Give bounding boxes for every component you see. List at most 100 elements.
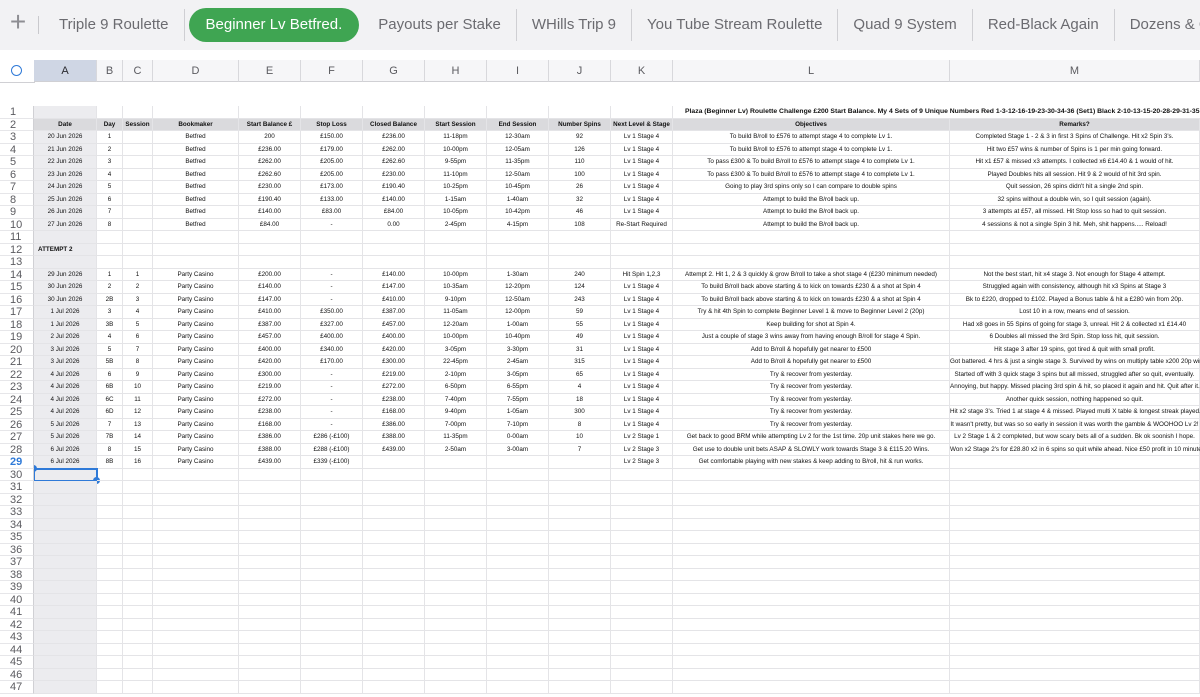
cell[interactable] bbox=[239, 643, 301, 656]
cell[interactable]: £236.00 bbox=[239, 143, 301, 156]
cell[interactable]: Won x2 Stage 2's for £28.80 x2 in 6 spin… bbox=[950, 443, 1200, 456]
cell[interactable] bbox=[153, 543, 239, 556]
cell[interactable] bbox=[153, 481, 239, 494]
cell[interactable]: Lv 2 Stage 1 & 2 completed, but wow scar… bbox=[950, 431, 1200, 444]
cell[interactable] bbox=[123, 631, 153, 644]
cell[interactable] bbox=[425, 456, 487, 469]
cell[interactable] bbox=[34, 606, 97, 619]
cell[interactable]: 1-05am bbox=[487, 406, 549, 419]
cell[interactable]: Try & recover from yesterday. bbox=[673, 393, 950, 406]
cell[interactable] bbox=[611, 668, 673, 681]
cell[interactable]: - bbox=[301, 418, 363, 431]
cell[interactable]: 13 bbox=[123, 418, 153, 431]
cell[interactable] bbox=[153, 643, 239, 656]
column-title[interactable]: Closed Balance bbox=[363, 118, 425, 131]
cell[interactable]: 11-05am bbox=[425, 306, 487, 319]
cell[interactable]: To build B/roll to £576 to attempt stage… bbox=[673, 143, 950, 156]
cell[interactable]: £400.00 bbox=[239, 343, 301, 356]
cell[interactable] bbox=[549, 518, 611, 531]
cell[interactable]: 12-50am bbox=[487, 293, 549, 306]
cell[interactable] bbox=[487, 606, 549, 619]
cell[interactable]: 6 bbox=[97, 193, 123, 206]
cell[interactable]: £410.00 bbox=[239, 306, 301, 319]
cell[interactable] bbox=[301, 493, 363, 506]
cell[interactable] bbox=[611, 618, 673, 631]
sheet-tab[interactable]: You Tube Stream Roulette bbox=[632, 9, 839, 41]
cell[interactable]: £190.40 bbox=[363, 181, 425, 194]
cell[interactable] bbox=[425, 643, 487, 656]
cell[interactable] bbox=[425, 243, 487, 256]
cell[interactable]: Keep building for shot at Spin 4. bbox=[673, 318, 950, 331]
cell[interactable]: Betfred bbox=[153, 218, 239, 231]
cell[interactable]: 3 Jul 2026 bbox=[34, 356, 97, 369]
cell[interactable]: 11-35pm bbox=[487, 156, 549, 169]
cell[interactable] bbox=[425, 543, 487, 556]
cell[interactable] bbox=[950, 643, 1200, 656]
cell[interactable] bbox=[950, 481, 1200, 494]
cell[interactable] bbox=[950, 243, 1200, 256]
select-all-corner[interactable] bbox=[0, 60, 35, 83]
cell[interactable]: Party Casino bbox=[153, 306, 239, 319]
cell[interactable] bbox=[487, 618, 549, 631]
cell[interactable]: 55 bbox=[549, 318, 611, 331]
cell[interactable]: £83.00 bbox=[301, 206, 363, 219]
cell[interactable] bbox=[363, 568, 425, 581]
row-header[interactable]: 26 bbox=[0, 418, 34, 431]
row-header[interactable]: 31 bbox=[0, 481, 34, 494]
cell[interactable]: £84.00 bbox=[363, 206, 425, 219]
cell[interactable]: £236.00 bbox=[363, 131, 425, 144]
cell[interactable]: Party Casino bbox=[153, 406, 239, 419]
cell[interactable]: 5 Jul 2026 bbox=[34, 418, 97, 431]
cell[interactable] bbox=[487, 243, 549, 256]
cell[interactable]: 1 bbox=[97, 268, 123, 281]
cell[interactable] bbox=[97, 106, 123, 119]
cell[interactable]: Betfred bbox=[153, 168, 239, 181]
row-header[interactable]: 37 bbox=[0, 556, 34, 569]
cell[interactable] bbox=[549, 468, 611, 481]
cell[interactable] bbox=[239, 631, 301, 644]
cell[interactable]: £147.00 bbox=[239, 293, 301, 306]
column-title[interactable]: Session bbox=[123, 118, 153, 131]
cell[interactable] bbox=[673, 606, 950, 619]
cell[interactable] bbox=[97, 506, 123, 519]
cell[interactable] bbox=[123, 106, 153, 119]
cell[interactable]: 3-30pm bbox=[487, 343, 549, 356]
cell[interactable]: Party Casino bbox=[153, 443, 239, 456]
cell[interactable]: Going to play 3rd spins only so I can co… bbox=[673, 181, 950, 194]
cell[interactable]: 16 bbox=[123, 456, 153, 469]
row-header[interactable]: 7 bbox=[0, 181, 34, 194]
cell[interactable]: 12-20pm bbox=[487, 281, 549, 294]
cell[interactable]: Try & recover from yesterday. bbox=[673, 381, 950, 394]
cell[interactable] bbox=[673, 568, 950, 581]
cell[interactable]: £286 (-£100) bbox=[301, 431, 363, 444]
cell[interactable] bbox=[673, 581, 950, 594]
row-header[interactable]: 14 bbox=[0, 268, 34, 281]
cell[interactable] bbox=[425, 568, 487, 581]
cell[interactable] bbox=[487, 643, 549, 656]
cell[interactable]: 6B bbox=[97, 381, 123, 394]
cell[interactable] bbox=[97, 556, 123, 569]
cell[interactable] bbox=[123, 506, 153, 519]
cell[interactable] bbox=[34, 631, 97, 644]
cell[interactable] bbox=[97, 618, 123, 631]
sheet-tab[interactable]: Triple 9 Roulette bbox=[44, 9, 185, 41]
cell[interactable]: 7-55pm bbox=[487, 393, 549, 406]
cell[interactable]: Lv 1 Stage 4 bbox=[611, 131, 673, 144]
cell[interactable]: £300.00 bbox=[363, 356, 425, 369]
cell[interactable]: Lv 1 Stage 4 bbox=[611, 318, 673, 331]
cell[interactable] bbox=[950, 231, 1200, 244]
cell[interactable]: £168.00 bbox=[363, 406, 425, 419]
cell[interactable]: 6-50pm bbox=[425, 381, 487, 394]
cell[interactable] bbox=[34, 531, 97, 544]
cell[interactable] bbox=[153, 606, 239, 619]
cell[interactable] bbox=[97, 493, 123, 506]
cell[interactable]: 1 bbox=[97, 131, 123, 144]
column-title[interactable]: Start Balance £ bbox=[239, 118, 301, 131]
cell[interactable] bbox=[123, 593, 153, 606]
cell[interactable] bbox=[363, 456, 425, 469]
cell[interactable] bbox=[673, 468, 950, 481]
row-header[interactable]: 19 bbox=[0, 331, 34, 344]
cell[interactable]: £350.00 bbox=[301, 306, 363, 319]
cell[interactable] bbox=[363, 606, 425, 619]
cell[interactable] bbox=[425, 506, 487, 519]
